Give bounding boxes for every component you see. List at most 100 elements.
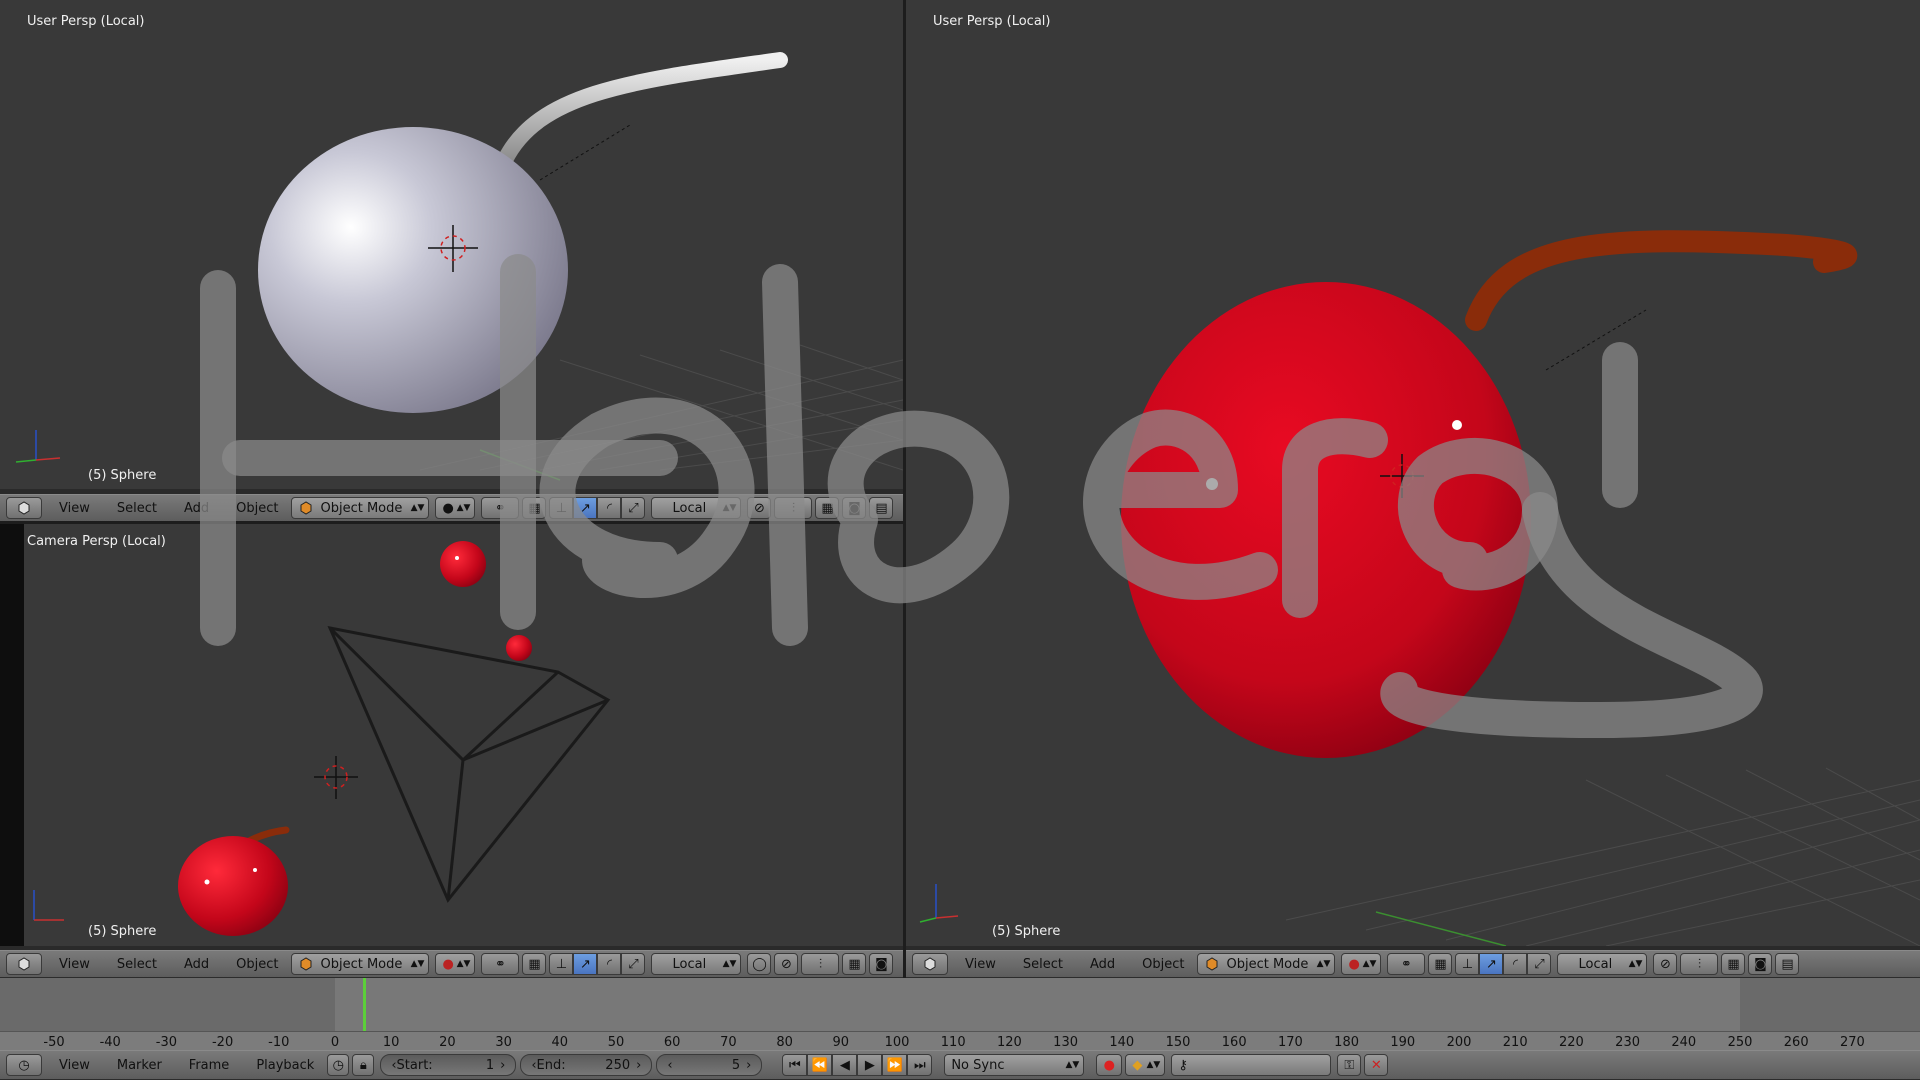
timeline-tick-label: 40: [551, 1035, 569, 1050]
mesh-layers-button[interactable]: ▦: [522, 497, 547, 519]
split-vertical[interactable]: [903, 0, 906, 978]
proportional-edit-button[interactable]: ⊘: [774, 953, 799, 975]
timeline-tick-label: 90: [832, 1035, 850, 1050]
play-button[interactable]: ▶: [857, 1054, 883, 1076]
menu-view[interactable]: View: [965, 957, 996, 972]
translate-button[interactable]: ↗: [573, 953, 598, 975]
layers-icon: ▦: [821, 500, 834, 516]
layers-button[interactable]: ▦: [842, 953, 867, 975]
keying-set-select[interactable]: ◆ ▲▼: [1125, 1054, 1166, 1076]
rotate-button[interactable]: ◜: [597, 497, 622, 519]
sync-select[interactable]: No Sync ▲▼: [944, 1054, 1085, 1076]
translate-button[interactable]: ↗: [573, 497, 598, 519]
split-horizontal[interactable]: [0, 521, 903, 524]
snap-button[interactable]: ⫶: [1680, 953, 1719, 975]
current-frame-field[interactable]: ‹ 5 ›: [656, 1054, 763, 1076]
pivot-select[interactable]: ⚭: [481, 497, 520, 519]
chevron-left-icon: ‹: [667, 1057, 673, 1073]
scale-button[interactable]: ⤢: [1527, 953, 1552, 975]
orientation-select[interactable]: Local ▲▼: [651, 497, 742, 519]
mode-select[interactable]: Object Mode ▲▼: [291, 953, 430, 975]
rotate-button[interactable]: ◜: [597, 953, 622, 975]
scale-button[interactable]: ⤢: [621, 953, 646, 975]
chevron-updown-icon: ▲▼: [1065, 1060, 1080, 1070]
translate-button[interactable]: ↗: [1479, 953, 1504, 975]
timeline-tick-label: 150: [1165, 1035, 1191, 1050]
jump-start-button[interactable]: ⏮: [782, 1054, 808, 1076]
snap-button[interactable]: ⫶: [774, 497, 813, 519]
menu-marker[interactable]: Marker: [117, 1058, 162, 1073]
menu-view[interactable]: View: [59, 501, 90, 516]
manipulator-toggle[interactable]: ⊥: [549, 953, 574, 975]
delete-keyframe-button[interactable]: ✕: [1364, 1054, 1389, 1076]
render-opengl-button[interactable]: ◙: [1748, 953, 1773, 975]
orientation-select[interactable]: Local ▲▼: [651, 953, 742, 975]
skip-end-icon: ⏭: [913, 1057, 926, 1073]
menu-select[interactable]: Select: [117, 501, 157, 516]
cherry-stem-large: [1465, 230, 1858, 331]
lock-range-button[interactable]: 🔒︎: [352, 1054, 375, 1076]
viewport-right[interactable]: User Persp (Local) (5) Sphere: [906, 0, 1920, 946]
active-keying-set-field[interactable]: ⚷: [1171, 1054, 1332, 1076]
end-frame-field[interactable]: ‹ End: 250 ›: [520, 1054, 653, 1076]
orientation-select[interactable]: Local ▲▼: [1557, 953, 1648, 975]
scale-button[interactable]: ⤢: [621, 497, 646, 519]
proportional-edit-button[interactable]: ⊘: [747, 497, 772, 519]
current-frame-line[interactable]: [363, 978, 367, 1031]
editor-type-button[interactable]: [6, 953, 42, 975]
editor-type-button[interactable]: [912, 953, 948, 975]
layers-button[interactable]: ▦: [815, 497, 840, 519]
jump-end-button[interactable]: ⏭: [907, 1054, 933, 1076]
play-reverse-button[interactable]: ◀: [832, 1054, 858, 1076]
view3d-header-right: View Select Add Object Object Mode ▲▼ ● ▲▼…: [906, 950, 1920, 978]
pivot-select[interactable]: ⚭: [481, 953, 520, 975]
render-opengl-button[interactable]: ◙: [842, 497, 867, 519]
render-opengl-button[interactable]: ◙: [869, 953, 894, 975]
jump-keyframe-forward-button[interactable]: ⏩: [882, 1054, 908, 1076]
menu-playback[interactable]: Playback: [256, 1058, 314, 1073]
menu-select[interactable]: Select: [1023, 957, 1063, 972]
menu-view[interactable]: View: [59, 1058, 90, 1073]
playback-controls: ⏮ ⏪ ◀ ▶ ⏩ ⏭: [782, 1054, 933, 1076]
layer-toggle-button[interactable]: ◯: [747, 953, 772, 975]
render-animation-button[interactable]: ▤: [1775, 953, 1800, 975]
circle-icon: ◯: [752, 956, 767, 972]
manipulator-toggle[interactable]: ⊥: [549, 497, 574, 519]
insert-keyframe-button[interactable]: ⚿: [1337, 1054, 1362, 1076]
shading-select[interactable]: ● ▲▼: [1341, 953, 1382, 975]
active-object-label: (5) Sphere: [88, 924, 157, 939]
manipulator-toggle[interactable]: ⊥: [1455, 953, 1480, 975]
preview-range-button[interactable]: ◷: [327, 1054, 350, 1076]
shading-select[interactable]: ● ▲▼: [435, 953, 476, 975]
rotate-button[interactable]: ◜: [1503, 953, 1528, 975]
menu-add[interactable]: Add: [184, 501, 209, 516]
menu-select[interactable]: Select: [117, 957, 157, 972]
mesh-layers-button[interactable]: ▦: [522, 953, 547, 975]
menu-object[interactable]: Object: [1142, 957, 1184, 972]
timeline-editor[interactable]: -50 -40 -30 -20 -10 0 10 20 30 40 50 60 70 80 90 100 110…: [0, 978, 1920, 1050]
proportional-edit-button[interactable]: ⊘: [1653, 953, 1678, 975]
render-animation-button[interactable]: ▤: [869, 497, 894, 519]
menu-frame[interactable]: Frame: [189, 1058, 230, 1073]
editor-type-button[interactable]: [6, 497, 42, 519]
jump-keyframe-back-button[interactable]: ⏪: [807, 1054, 833, 1076]
chevron-updown-icon: ▲▼: [1362, 959, 1377, 969]
pivot-select[interactable]: ⚭: [1387, 953, 1426, 975]
menu-view[interactable]: View: [59, 957, 90, 972]
mesh-layers-button[interactable]: ▦: [1428, 953, 1453, 975]
viewport-top-left[interactable]: User Persp (Local) (5) Sphere: [0, 0, 903, 489]
record-button[interactable]: ●: [1096, 1054, 1123, 1076]
mode-select[interactable]: Object Mode ▲▼: [291, 497, 430, 519]
menu-object[interactable]: Object: [236, 957, 278, 972]
menu-add[interactable]: Add: [184, 957, 209, 972]
start-frame-field[interactable]: ‹ Start: 1 ›: [380, 1054, 517, 1076]
timeline-ruler[interactable]: -50 -40 -30 -20 -10 0 10 20 30 40 50 60 70 80 90 100 110…: [0, 1031, 1920, 1050]
shading-select[interactable]: ● ▲▼: [435, 497, 476, 519]
mode-select[interactable]: Object Mode ▲▼: [1197, 953, 1336, 975]
layers-button[interactable]: ▦: [1721, 953, 1746, 975]
snap-button[interactable]: ⫶: [801, 953, 840, 975]
menu-object[interactable]: Object: [236, 501, 278, 516]
editor-type-button[interactable]: ◷: [6, 1054, 42, 1076]
menu-add[interactable]: Add: [1090, 957, 1115, 972]
viewport-bottom-left[interactable]: Camera Persp (Local) (5) Sphere: [0, 524, 903, 946]
